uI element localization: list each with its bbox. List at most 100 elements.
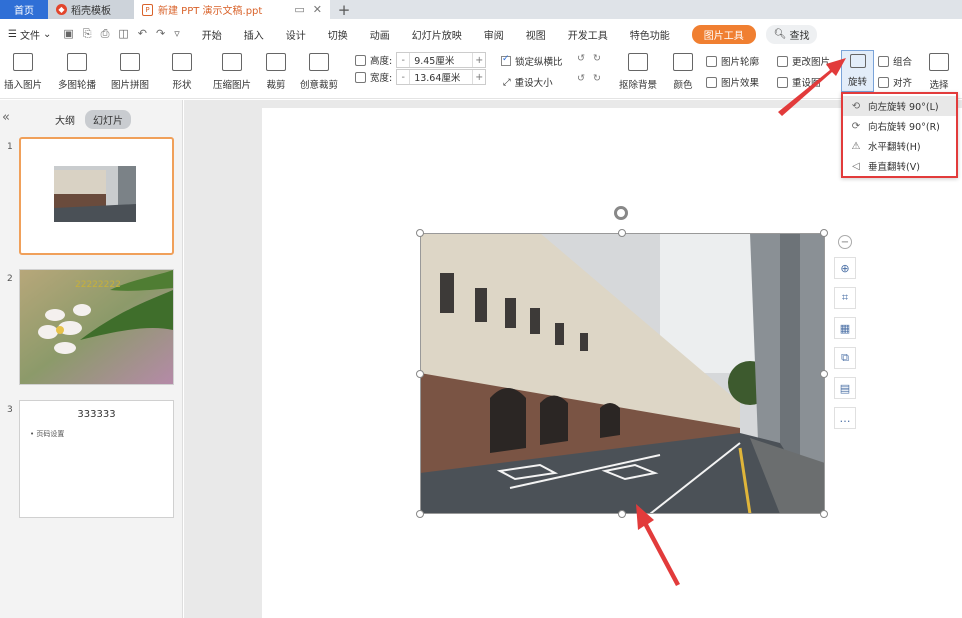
crop-button[interactable]: 裁剪 xyxy=(266,53,286,91)
slide-thumbnail-3[interactable]: 333333 • 页码设置 xyxy=(19,400,174,518)
flip-v-icon[interactable]: ↻ xyxy=(593,73,601,84)
width-spinner[interactable]: - 13.64厘米 + xyxy=(396,69,487,85)
creative-crop-button[interactable]: 创意裁剪 xyxy=(300,53,338,91)
height-decrement[interactable]: - xyxy=(397,55,409,66)
picture-tools-tab[interactable]: 图片工具 xyxy=(691,24,756,44)
rotate-button[interactable]: 旋转 xyxy=(841,50,874,92)
shape-label: 形状 xyxy=(172,80,192,91)
resize-handle-bottom[interactable] xyxy=(618,510,626,518)
street-photo-thumbnail xyxy=(54,166,136,222)
resize-handle-top-left[interactable] xyxy=(416,229,424,237)
lock-ratio-checkbox[interactable]: 锁定纵横比 xyxy=(501,54,563,68)
replace-quick-icon[interactable]: ⧉ xyxy=(834,347,856,369)
width-value[interactable]: 13.64厘米 xyxy=(409,70,474,84)
select-button[interactable]: 选择 xyxy=(929,53,949,91)
picture-effects-button[interactable]: 图片效果 xyxy=(706,75,759,89)
print-icon[interactable]: ⎙ xyxy=(101,27,110,41)
minus-icon[interactable]: − xyxy=(838,235,852,249)
menu-start[interactable]: 开始 xyxy=(202,27,222,42)
tab-home[interactable]: 首页 xyxy=(0,0,48,19)
height-row: 高度: - 9.45厘米 + xyxy=(355,52,487,68)
change-picture-label: 更改图片 xyxy=(792,57,831,68)
insert-picture-label: 插入图片 xyxy=(4,80,43,91)
more-options-icon[interactable]: … xyxy=(834,407,856,429)
flip-vertical-item[interactable]: ◁ 垂直翻转(V) xyxy=(843,156,956,176)
reset-size-icon: ⤢ xyxy=(503,76,511,88)
menu-animation[interactable]: 动画 xyxy=(370,27,390,42)
effects-quick-icon[interactable]: ▦ xyxy=(834,317,856,339)
menu-review[interactable]: 审阅 xyxy=(484,27,504,42)
slide-thumbnail-1[interactable] xyxy=(19,137,174,255)
width-row: 宽度: - 13.64厘米 + xyxy=(355,69,487,85)
resize-handle-top-right[interactable] xyxy=(820,229,828,237)
resize-handle-bottom-right[interactable] xyxy=(820,510,828,518)
collapse-panel-icon[interactable]: « xyxy=(2,110,10,125)
crop-quick-icon[interactable]: ⌗ xyxy=(834,287,856,309)
tab-slides[interactable]: 幻灯片 xyxy=(85,110,131,129)
menu-view[interactable]: 视图 xyxy=(526,27,546,42)
multi-outline-label: 多图轮播 xyxy=(58,80,97,91)
lock-ratio-check[interactable] xyxy=(501,54,511,66)
height-increment[interactable]: + xyxy=(473,55,485,66)
flip-h-icon[interactable]: ↺ xyxy=(577,73,585,84)
redo-icon[interactable]: ↷ xyxy=(156,27,165,41)
menu-design[interactable]: 设计 xyxy=(286,27,306,42)
tab-document[interactable]: P 新建 PPT 演示文稿.ppt ▭ ✕ xyxy=(134,0,330,19)
slide-thumbnail-2[interactable]: 22222222 xyxy=(19,269,174,385)
change-picture-button[interactable]: 更改图片 xyxy=(777,54,830,68)
slide-3-bullet: • 页码设置 xyxy=(30,430,65,438)
monitor-icon[interactable]: ▭ xyxy=(294,3,304,16)
picture-collage-button[interactable]: 图片拼图 xyxy=(111,53,149,91)
resize-handle-top[interactable] xyxy=(618,229,626,237)
rotate-cw-icon[interactable]: ↻ xyxy=(593,53,601,64)
rotate-right-icon: ⟳ xyxy=(851,120,861,132)
color-button[interactable]: 颜色 xyxy=(673,53,693,91)
resize-handle-left[interactable] xyxy=(416,370,424,378)
remove-background-button[interactable]: 抠除背景 xyxy=(619,53,657,91)
undo-icon[interactable]: ↶ xyxy=(138,27,147,41)
tab-outline[interactable]: 大纲 xyxy=(55,112,75,127)
group-button[interactable]: 组合 xyxy=(878,54,912,68)
menu-slideshow[interactable]: 幻灯片放映 xyxy=(412,27,462,42)
shape-button[interactable]: 形状 xyxy=(172,53,192,91)
multi-outline-button[interactable]: 多图轮播 xyxy=(58,53,96,91)
height-value[interactable]: 9.45厘米 xyxy=(409,53,474,67)
picture-outline-button[interactable]: 图片轮廓 xyxy=(706,54,759,68)
resize-handle-right[interactable] xyxy=(820,370,828,378)
resize-handle-bottom-left[interactable] xyxy=(416,510,424,518)
height-spinner[interactable]: - 9.45厘米 + xyxy=(396,52,487,68)
flip-vertical-label: 垂直翻转(V) xyxy=(868,162,920,173)
more-icon[interactable]: ▿ xyxy=(174,27,180,41)
flip-vertical-icon: ◁ xyxy=(852,160,860,172)
search-box[interactable]: 🔍︎ 查找 xyxy=(765,24,818,44)
width-increment[interactable]: + xyxy=(473,72,485,83)
flip-horizontal-item[interactable]: ⚠ 水平翻转(H) xyxy=(843,136,956,156)
reset-picture-button[interactable]: 重设图 xyxy=(777,75,821,89)
file-menu[interactable]: ☰ 文件 ⌄ xyxy=(8,27,51,42)
preview-icon[interactable]: ◫ xyxy=(118,27,128,41)
slide-number: 2 xyxy=(7,274,13,284)
compress-picture-button[interactable]: 压缩图片 xyxy=(213,53,251,91)
menu-features[interactable]: 特色功能 xyxy=(630,27,670,42)
search-label: 查找 xyxy=(789,30,810,42)
layout-quick-icon[interactable]: ▤ xyxy=(834,377,856,399)
zoom-icon[interactable]: ⊕ xyxy=(834,257,856,279)
width-decrement[interactable]: - xyxy=(397,72,409,83)
menu-developer[interactable]: 开发工具 xyxy=(568,27,608,42)
flip-quick-icons: ↺ ↻ xyxy=(577,73,601,84)
new-tab-button[interactable]: + xyxy=(330,0,358,19)
export-icon[interactable]: ⎘ xyxy=(83,27,92,41)
reset-size-button[interactable]: ⤢ 重设大小 xyxy=(503,75,553,90)
rotate-left-90-item[interactable]: ⟲ 向左旋转 90°(L) xyxy=(843,96,956,116)
rotation-handle-icon[interactable] xyxy=(614,206,628,220)
tab-template[interactable]: ◆ 稻壳模板 xyxy=(48,0,134,19)
insert-picture-button[interactable]: 插入图片 xyxy=(4,53,42,91)
save-icon[interactable]: ▣ xyxy=(63,27,73,41)
rotate-ccw-icon[interactable]: ↺ xyxy=(577,53,585,64)
align-label: 对齐 xyxy=(893,78,913,89)
menu-insert[interactable]: 插入 xyxy=(244,27,264,42)
close-icon[interactable]: ✕ xyxy=(313,3,322,16)
rotate-right-90-item[interactable]: ⟳ 向右旋转 90°(R) xyxy=(843,116,956,136)
align-button[interactable]: 对齐 xyxy=(878,75,912,89)
menu-transition[interactable]: 切换 xyxy=(328,27,348,42)
